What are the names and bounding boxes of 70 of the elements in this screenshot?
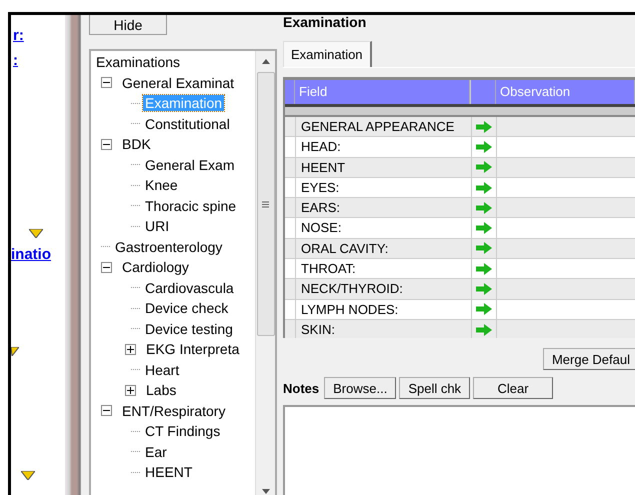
expander-icon[interactable]: [101, 138, 112, 150]
column-header[interactable]: [470, 80, 496, 104]
table-cell-text: ORAL CAVITY:: [300, 240, 390, 258]
notes-button[interactable]: Browse...: [324, 377, 396, 399]
tree-item[interactable]: Knee: [143, 177, 180, 194]
arrow-icon[interactable]: [476, 242, 492, 254]
scroll-down-icon[interactable]: [262, 489, 270, 494]
notes-button[interactable]: Spell chk: [399, 377, 470, 399]
arrow-icon[interactable]: [476, 283, 492, 296]
tree-item[interactable]: ENT/Respiratory: [120, 402, 228, 419]
link[interactable]: r:: [13, 27, 24, 44]
tree-item[interactable]: BDK: [120, 136, 153, 152]
scroll-thumb[interactable]: [256, 72, 274, 336]
table-cell-text: THROAT:: [300, 260, 357, 278]
arrow-icon[interactable]: [476, 262, 492, 275]
table-cell-text: HEENT: [300, 158, 346, 177]
table-cell-text: EARS:: [300, 199, 342, 218]
scroll-up-icon[interactable]: [262, 59, 270, 64]
tree-item[interactable]: Device testing: [143, 320, 235, 337]
tree-item[interactable]: Heart: [143, 362, 182, 378]
arrow-icon[interactable]: [476, 303, 492, 316]
section-title: Examination: [283, 15, 368, 32]
merge-button[interactable]: Merge Defaul: [542, 348, 635, 370]
tree-item[interactable]: CT Findings: [143, 423, 222, 440]
table-cell-text: EYES:: [300, 178, 340, 197]
tab[interactable]: Examination: [283, 41, 372, 67]
arrow-icon[interactable]: [476, 161, 492, 174]
splitter[interactable]: [65, 15, 80, 495]
grip-icon: [262, 200, 269, 208]
table-cell-text: GENERAL APPEARANCE: [300, 118, 456, 136]
arrow-icon[interactable]: [476, 140, 492, 153]
tree-item[interactable]: Cardiology: [120, 259, 191, 276]
expander-icon[interactable]: [101, 405, 112, 416]
expander-icon[interactable]: [125, 344, 136, 355]
tree-item[interactable]: General Exam: [143, 156, 236, 173]
triangle-icon[interactable]: [21, 471, 35, 480]
triangle-icon[interactable]: [11, 347, 19, 356]
tree-item[interactable]: Labs: [144, 382, 178, 398]
arrow-icon[interactable]: [476, 222, 492, 234]
notes-label: Notes: [283, 380, 320, 396]
expander-icon[interactable]: [101, 262, 112, 273]
hide-button[interactable]: Hide: [89, 15, 167, 35]
tree-item[interactable]: URI: [143, 218, 172, 234]
tree-item[interactable]: Examinations: [94, 54, 182, 70]
scrollbar[interactable]: [255, 51, 275, 495]
tree-item[interactable]: EKG Interpreta: [144, 341, 242, 358]
arrow-icon[interactable]: [476, 120, 492, 133]
arrow-icon[interactable]: [476, 324, 492, 336]
arrow-icon[interactable]: [476, 202, 492, 214]
arrow-icon[interactable]: [476, 182, 492, 194]
link[interactable]: :: [13, 52, 18, 69]
table-cell-text: HEAD:: [300, 138, 342, 156]
tree-item[interactable]: Device check: [143, 300, 230, 316]
table-cell-text: LYMPH NODES:: [300, 300, 400, 319]
table-cell-text: SKIN:: [300, 320, 336, 338]
notes-field[interactable]: [283, 405, 635, 495]
link[interactable]: inatio: [11, 246, 51, 263]
tree-item[interactable]: HEENT: [143, 464, 194, 480]
expander-icon[interactable]: [101, 77, 112, 88]
table-cell-text: NOSE:: [300, 219, 342, 238]
triangle-icon[interactable]: [29, 229, 43, 238]
tree-item[interactable]: Thoracic spine: [143, 198, 238, 214]
notes-button[interactable]: Clear: [473, 377, 554, 399]
tree-item[interactable]: Cardiovascula: [143, 280, 236, 296]
tree-item[interactable]: Gastroenterology: [113, 238, 224, 255]
tree-item[interactable]: Ear: [143, 444, 169, 460]
expander-icon[interactable]: [125, 384, 136, 396]
table-cell-text: NECK/THYROID:: [300, 280, 404, 298]
tree-item[interactable]: Constitutional: [143, 116, 232, 132]
tree-item[interactable]: General Examinat: [120, 74, 236, 91]
